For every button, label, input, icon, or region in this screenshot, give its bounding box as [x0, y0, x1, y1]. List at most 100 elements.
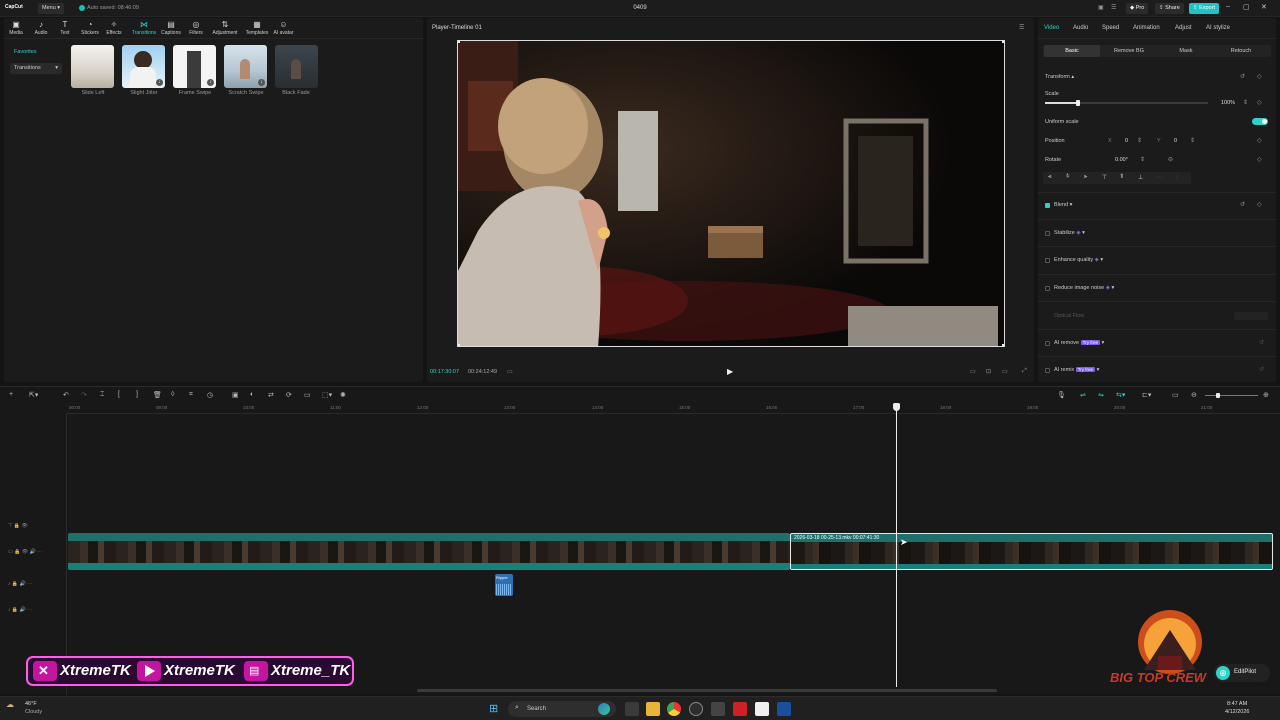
ai-tool-icon[interactable]: ⬚▾ — [322, 391, 332, 399]
crop-handle-icon[interactable] — [458, 41, 460, 43]
fit-icon[interactable]: ⊡ — [986, 368, 991, 375]
zoom-slider[interactable] — [1205, 393, 1258, 398]
stepper-icon[interactable]: ⇕ — [1140, 156, 1145, 163]
tab-ai-stylize[interactable]: AI stylize — [1206, 25, 1230, 31]
windows-start-icon[interactable]: ⊞ — [489, 702, 498, 715]
reduce-noise-checkbox[interactable] — [1045, 286, 1050, 291]
position-x-value[interactable]: 0 — [1125, 138, 1128, 144]
transition-thumb-slight-jitter[interactable]: ↓ — [122, 45, 165, 88]
audio-clip[interactable]: Ripper — [495, 574, 513, 596]
capcut-icon[interactable] — [755, 702, 769, 716]
video-preview[interactable] — [457, 40, 1005, 347]
scale-slider-track[interactable] — [1045, 100, 1208, 106]
snap-icon[interactable]: ⇋ — [1098, 391, 1104, 399]
tool-templates[interactable]: ▦ Templates — [242, 20, 272, 36]
marker-icon[interactable]: ◊ — [171, 391, 174, 398]
file-explorer-icon[interactable] — [646, 702, 660, 716]
minimize-icon[interactable]: – — [1226, 3, 1230, 10]
ai-remove-heading[interactable]: AI remove Try free ▾ — [1054, 340, 1104, 346]
ratio-icon[interactable]: ▭ — [970, 368, 976, 375]
tool-stickers[interactable]: ◔ Stickers — [79, 20, 101, 36]
split-icon[interactable]: ⌶ — [100, 391, 104, 399]
enhance-quality-heading[interactable]: Enhance quality ◈ ▾ — [1054, 257, 1103, 263]
selected-video-clip[interactable]: 2026-03-18 00-25-13.mkv 00:07:41:30 — [790, 533, 1273, 570]
crop-handle-icon[interactable] — [1002, 41, 1004, 43]
audio-track-2-controls[interactable]: ♪ 🔒 🔊 ⋯ — [8, 607, 32, 613]
maximize-icon[interactable]: ▢ — [1243, 3, 1250, 11]
rotate-dial-icon[interactable]: ⊖ — [1168, 156, 1173, 163]
ratio-select-icon[interactable]: ▭ — [1002, 368, 1008, 375]
tab-adjust[interactable]: Adjust — [1175, 25, 1192, 31]
task-view-icon[interactable] — [625, 702, 639, 716]
taskbar-search[interactable]: ⌕ Search — [508, 701, 616, 717]
preview-axis-icon[interactable]: ⊏▾ — [1142, 391, 1151, 399]
crop-handle-icon[interactable] — [458, 344, 460, 346]
zoom-in-icon[interactable]: ⊕ — [1263, 391, 1269, 399]
layout-icon[interactable]: ▣ — [1098, 4, 1104, 11]
tool-text[interactable]: T Text — [54, 20, 76, 36]
timecode-toggle-icon[interactable]: ▭ — [507, 368, 513, 375]
tool-filters[interactable]: ◎ Filters — [185, 20, 207, 36]
align-center-v-icon[interactable]: ⫪ — [1120, 174, 1123, 181]
add-icon[interactable]: + — [9, 391, 13, 398]
microphone-icon[interactable]: 🎙 — [1057, 391, 1066, 399]
text-track-controls[interactable]: ⊤ 🔒 👁 — [8, 523, 28, 529]
split-left-icon[interactable]: [ — [118, 391, 120, 398]
blend-checkbox[interactable] — [1045, 203, 1050, 208]
link-icon[interactable]: ⇌ — [1080, 391, 1086, 399]
tool-ai-avatar[interactable]: ☺ AI avatar — [271, 20, 296, 36]
keyframe-icon[interactable]: ◇ — [1257, 201, 1262, 208]
select-tool-icon[interactable]: ⇱▾ — [29, 391, 38, 399]
playhead[interactable] — [896, 403, 897, 687]
zoom-slider-handle[interactable] — [1216, 393, 1220, 398]
weather-desc[interactable]: Cloudy — [25, 709, 42, 715]
scale-value[interactable]: 100% — [1221, 100, 1235, 106]
tool-effects[interactable]: ✧ Effects — [103, 20, 125, 36]
ai-remove-checkbox[interactable] — [1045, 341, 1050, 346]
tab-animation[interactable]: Animation — [1133, 25, 1160, 31]
stabilize-heading[interactable]: Stabilize ◈ ▾ — [1054, 230, 1085, 236]
fullscreen-icon[interactable]: ⤢ — [1022, 368, 1027, 375]
keyframe-icon[interactable]: ◇ — [1257, 137, 1262, 144]
tool-captions[interactable]: ▤ Captions — [160, 20, 182, 36]
main-track-controls[interactable]: ▭ 🔒 👁 🔊 ⋯ — [8, 549, 42, 555]
audio-track-controls[interactable]: ♪ 🔒 🔊 ⋯ — [8, 581, 32, 587]
tool-media[interactable]: ▣ Media — [5, 20, 27, 36]
settings-icon[interactable]: ☰ — [1111, 4, 1116, 11]
fit-icon[interactable]: ▭ — [304, 391, 311, 399]
subtab-remove-bg[interactable]: Remove BG — [1101, 45, 1157, 57]
uniform-scale-toggle[interactable] — [1252, 118, 1268, 125]
speed-icon[interactable]: ◷ — [207, 391, 213, 399]
tool-adjustment[interactable]: ⇅ Adjustment — [210, 20, 240, 36]
reset-icon[interactable]: ↺ — [1240, 73, 1245, 80]
player-menu-icon[interactable]: ☰ — [1019, 24, 1024, 31]
freeze-icon[interactable]: ▣ — [232, 391, 239, 399]
ai-remix-heading[interactable]: AI remix Try free ▾ — [1054, 367, 1099, 373]
auto-snap-icon[interactable]: ⇆▾ — [1116, 391, 1125, 399]
video-clip[interactable] — [68, 533, 790, 570]
weather-icon[interactable]: ☁ — [6, 700, 14, 709]
align-left-icon[interactable]: ⫷ — [1048, 174, 1051, 181]
position-y-value[interactable]: 0 — [1174, 138, 1177, 144]
stepper-icon[interactable]: ⇕ — [1190, 137, 1195, 144]
delete-icon[interactable]: 🗑 — [153, 391, 162, 399]
timeline-scrollbar[interactable] — [417, 689, 997, 692]
stabilize-checkbox[interactable] — [1045, 231, 1050, 236]
subtab-basic[interactable]: Basic — [1044, 45, 1100, 57]
weather-temp[interactable]: 46°F — [25, 701, 37, 707]
app-icon[interactable] — [711, 702, 725, 716]
keyframe-icon[interactable]: ◇ — [1257, 99, 1262, 106]
reduce-noise-heading[interactable]: Reduce image noise ◈ ▾ — [1054, 285, 1114, 291]
keyframe-icon[interactable]: ◇ — [1257, 156, 1262, 163]
undo-icon[interactable]: ↶ — [63, 391, 69, 399]
transition-thumb-scratch-swipe[interactable]: ↓ — [224, 45, 267, 88]
align-bottom-icon[interactable]: ⊥ — [1138, 174, 1143, 181]
settings-app-icon[interactable] — [689, 702, 703, 716]
sidebar-item-transitions[interactable]: Transitions ▾ — [10, 63, 62, 74]
enhance-checkbox[interactable] — [1045, 258, 1050, 263]
sidebar-item-favorites[interactable]: Favorites — [10, 47, 62, 58]
keyframe-icon[interactable]: ◇ — [1257, 73, 1262, 80]
subtab-mask[interactable]: Mask — [1158, 45, 1214, 57]
stepper-icon[interactable]: ⇕ — [1137, 137, 1142, 144]
play-icon[interactable]: ▶ — [727, 367, 733, 376]
